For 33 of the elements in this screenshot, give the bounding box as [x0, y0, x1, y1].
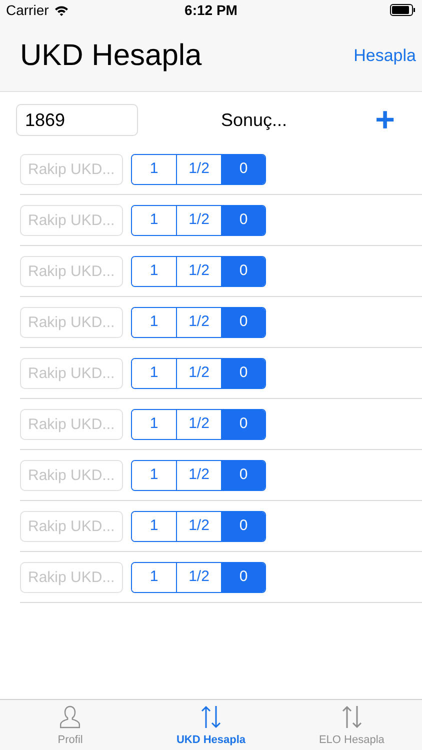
- tab-item[interactable]: Profil: [0, 700, 141, 750]
- score-segment[interactable]: 0: [221, 308, 265, 336]
- result-label: Sonuç...: [220, 108, 288, 132]
- score-segment[interactable]: 0: [221, 206, 265, 234]
- score-segment[interactable]: 0: [221, 460, 265, 490]
- up-down-arrows-icon: [199, 704, 223, 728]
- tab-item[interactable]: ELO Hesapla: [281, 700, 422, 750]
- wifi-icon: [54, 4, 69, 16]
- add-button[interactable]: +: [370, 103, 400, 137]
- opponent-rating-field[interactable]: Rakip UKD...: [20, 256, 123, 286]
- score-segment[interactable]: 0: [221, 358, 265, 388]
- opponent-rating-field[interactable]: Rakip UKD...: [20, 306, 123, 338]
- score-segment[interactable]: 0: [221, 562, 265, 592]
- nav-title: UKD Hesapla: [20, 38, 202, 74]
- person-icon: [59, 704, 82, 728]
- battery-icon: [390, 4, 416, 16]
- opponent-rating-field[interactable]: Rakip UKD...: [20, 510, 123, 542]
- score-segment[interactable]: 0: [221, 154, 265, 184]
- score-segment[interactable]: 0: [221, 410, 265, 438]
- tab-item[interactable]: UKD Hesapla: [140, 700, 282, 750]
- opponent-rating-field[interactable]: Rakip UKD...: [20, 154, 123, 184]
- rating-field[interactable]: 1869: [16, 104, 138, 136]
- score-segment[interactable]: 0: [221, 256, 265, 286]
- opponent-rating-field[interactable]: Rakip UKD...: [20, 408, 123, 440]
- carrier-label: Carrier: [6, 0, 49, 20]
- score-segment[interactable]: 0: [221, 512, 265, 540]
- up-down-arrows-icon: [340, 704, 364, 728]
- opponent-rating-field[interactable]: Rakip UKD...: [20, 204, 123, 236]
- opponent-rating-field[interactable]: Rakip UKD...: [20, 562, 123, 592]
- hesapla-button[interactable]: Hesapla: [354, 42, 416, 68]
- opponent-rating-field[interactable]: Rakip UKD...: [20, 358, 123, 388]
- status-time: 6:12 PM: [184, 0, 238, 20]
- opponent-rating-field[interactable]: Rakip UKD...: [20, 460, 123, 490]
